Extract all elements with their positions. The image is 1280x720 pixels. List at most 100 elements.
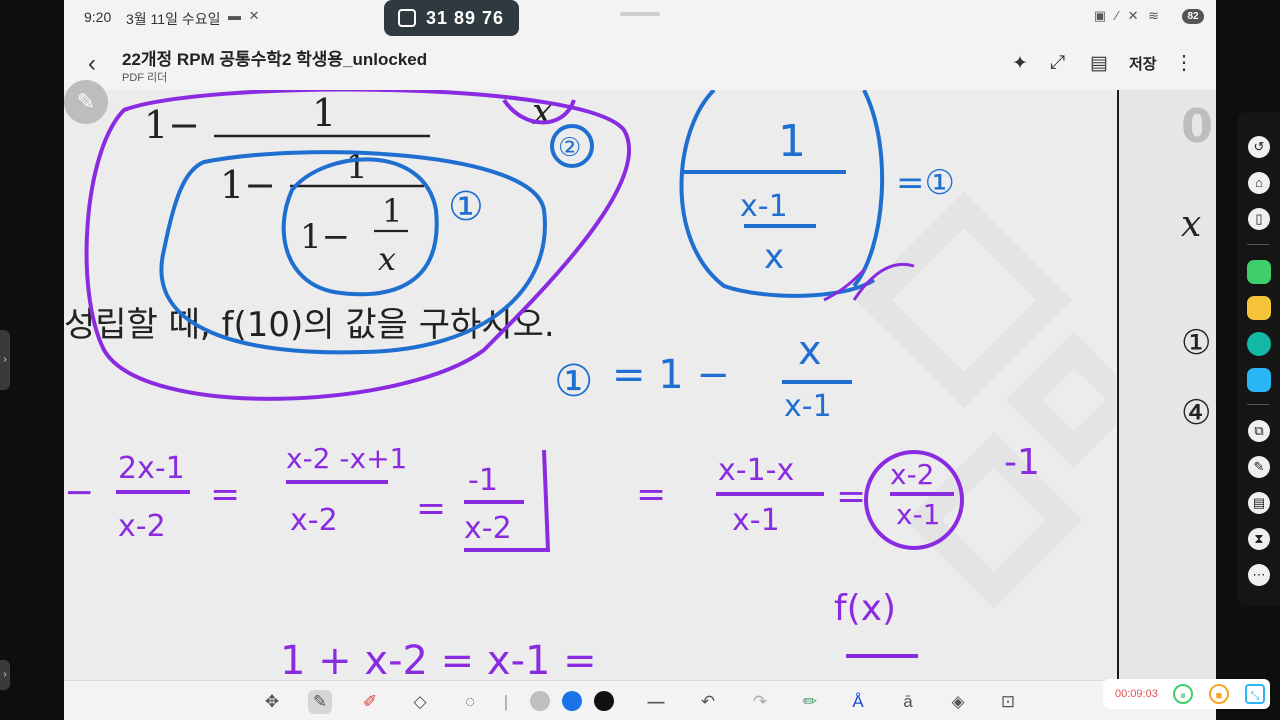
next-page-opt4: ④ (1181, 393, 1211, 433)
sidebar-app-grid-icon[interactable] (1247, 368, 1271, 392)
status-time: 9:20 (84, 9, 112, 25)
sidebar-app-teal-icon[interactable] (1247, 332, 1271, 356)
row2-c-den: x-2 (464, 511, 512, 546)
document-settings-icon[interactable]: ▤ (1090, 52, 1108, 75)
step1-num: x (798, 328, 822, 374)
row2-d-den: x-1 (732, 503, 780, 538)
sidebar-storage-icon[interactable]: ▤ (1248, 492, 1270, 514)
document-canvas[interactable]: 1− 1 1− 1 1− 1 x x 성립할 때, f(10)의 값을 구하시오… (64, 90, 1116, 680)
battery-indicator: 82 (1182, 9, 1204, 24)
document-title: 22개정 RPM 공통수학2 학생용_unlocked (122, 50, 428, 69)
next-page-preview[interactable]: 0 x ① ④ (1117, 90, 1216, 680)
blue-frac-top: 1 (778, 116, 806, 167)
pause-icon[interactable]: ⏸ (1173, 684, 1193, 704)
fraction-inner-denominator: x (378, 240, 396, 278)
meeting-code: 31 89 76 (426, 8, 505, 28)
color-black-swatch[interactable] (594, 691, 614, 711)
sidebar-recents-icon[interactable]: ▯ (1248, 208, 1270, 230)
circle-label-1: ① (448, 184, 484, 230)
row2-a-num: 2x-1 (118, 451, 185, 486)
blue-frac-mid: x-1 (740, 189, 788, 224)
left-edge-tab-lower[interactable]: › (0, 660, 10, 690)
fraction-inner-numerator: 1 (382, 192, 402, 230)
stroke-width-icon[interactable]: — (644, 690, 668, 714)
row2-b-num: x-2 -x+1 (286, 442, 407, 475)
row2-b-den: x-2 (290, 503, 338, 538)
pdf-reader-app: 9:20 3월 11일 수요일 ▬ ✕ ▣ ⁄ ✕ ≋ 82 31 89 76 … (64, 0, 1216, 720)
page-svg: 1− 1 1− 1 1− 1 x x 성립할 때, f(10)의 값을 구하시오… (64, 90, 1116, 680)
marker-tool-icon[interactable]: ✏ (798, 690, 822, 714)
fraction-corner-var: x (532, 92, 552, 133)
row3-expression: 1 + x-2 = x-1 = (280, 638, 597, 680)
floating-sidebar: ↺ ⌂ ▯ ⧉ ✎ ▤ ⧗ ⋯ (1237, 112, 1280, 606)
back-chevron-icon[interactable]: ‹ (88, 50, 96, 78)
step1-lhs: ① (554, 356, 593, 407)
circle-label-2: ② (558, 133, 581, 163)
row3-fx: f(x) (834, 588, 896, 629)
step1-den: x-1 (784, 389, 832, 424)
color-blue-swatch[interactable] (562, 691, 582, 711)
row2-neg: − (64, 472, 94, 513)
row2-eq3: = (636, 474, 666, 515)
fraction-mid-one-minus: 1− (220, 163, 276, 207)
next-page-svg: 0 x ① ④ (1181, 99, 1213, 433)
eraser-tool-icon[interactable]: ◇ (408, 690, 432, 714)
text-style-icon[interactable]: Å (846, 690, 870, 714)
save-button[interactable]: 저장 (1129, 53, 1157, 74)
next-page-big: 0 (1181, 99, 1213, 153)
blue-bracket-right (852, 90, 885, 288)
redo-icon[interactable]: ↷ (748, 690, 772, 714)
left-edge-tab-upper[interactable]: › (0, 330, 10, 390)
blue-frac-bottom: x (764, 237, 784, 277)
pencil-icon: ✎ (76, 89, 96, 114)
sidebar-more-icon[interactable]: ⋯ (1248, 564, 1270, 586)
expand-icon[interactable]: ⤢ (1050, 52, 1065, 74)
color-gray-swatch[interactable] (530, 691, 550, 711)
sidebar-home-icon[interactable]: ⌂ (1248, 172, 1270, 194)
status-date: 3월 11일 수요일 (126, 11, 221, 27)
sidebar-separator (1247, 404, 1269, 405)
app-header: ‹ 22개정 RPM 공통수학2 학생용_unlocked PDF 리더 ✦ ⤢… (64, 36, 1216, 90)
toolbar-divider: | (503, 692, 509, 711)
row2-eq4: = (836, 476, 866, 517)
next-page-opt1: ① (1181, 323, 1211, 363)
screen-recording-bar: 00:09:03 ⏸ ■ ⤡ (1103, 679, 1270, 709)
sidebar-separator (1247, 244, 1269, 245)
row2-e-den: x-1 (896, 498, 941, 531)
row2-eq2: = (416, 488, 446, 529)
row2-e-num: x-2 (890, 458, 935, 491)
drawing-toolbar: ✥ ✎ ✐ ◇ ◌ | — ↶ ↷ ✏ Å ā ◈ ⊡ (64, 680, 1216, 720)
resize-icon[interactable]: ⤡ (1245, 684, 1265, 704)
highlighter-tool-icon[interactable]: ✐ (358, 690, 382, 714)
lock-icon[interactable]: ⊡ (996, 690, 1020, 714)
blue-eq-one: =① (896, 163, 955, 203)
drag-handle[interactable] (620, 12, 660, 16)
sidebar-app-green-icon[interactable] (1247, 260, 1271, 284)
text-box-icon[interactable]: ā (896, 690, 920, 714)
next-page-var: x (1181, 204, 1201, 245)
recording-time: 00:09:03 (1115, 688, 1158, 700)
stop-icon[interactable]: ■ (1209, 684, 1229, 704)
row2-d-num: x-1-x (718, 453, 794, 488)
undo-icon[interactable]: ↶ (696, 690, 720, 714)
fraction-top-one-minus: 1− (144, 103, 200, 147)
step1-eq: = 1 − (612, 352, 730, 398)
row2-tail: -1 (1004, 442, 1040, 483)
row2-eq1: = (210, 474, 240, 515)
pen-fab[interactable]: ✎ (64, 80, 108, 124)
move-tool-icon[interactable]: ✥ (260, 690, 284, 714)
sidebar-edit-icon[interactable]: ✎ (1248, 456, 1270, 478)
sidebar-back-icon[interactable]: ↺ (1248, 136, 1270, 158)
shape-tool-icon[interactable]: ◈ (946, 690, 970, 714)
sidebar-screenshot-icon[interactable]: ⧉ (1248, 420, 1270, 442)
fraction-inner-one-minus: 1− (300, 217, 350, 257)
pen-tool-icon[interactable]: ✎ (308, 690, 332, 714)
status-system-icons: ▣ ⁄ ✕ ≋ (1093, 8, 1162, 23)
sidebar-app-yellow-icon[interactable] (1247, 296, 1271, 320)
sidebar-timer-icon[interactable]: ⧗ (1248, 528, 1270, 550)
meeting-code-pill[interactable]: 31 89 76 (384, 0, 519, 36)
lasso-tool-icon[interactable]: ◌ (458, 690, 482, 714)
more-options-icon[interactable]: ⋮ (1174, 50, 1194, 75)
ai-sparkle-icon[interactable]: ✦ (1012, 52, 1028, 75)
row2-c-num: -1 (468, 463, 498, 498)
